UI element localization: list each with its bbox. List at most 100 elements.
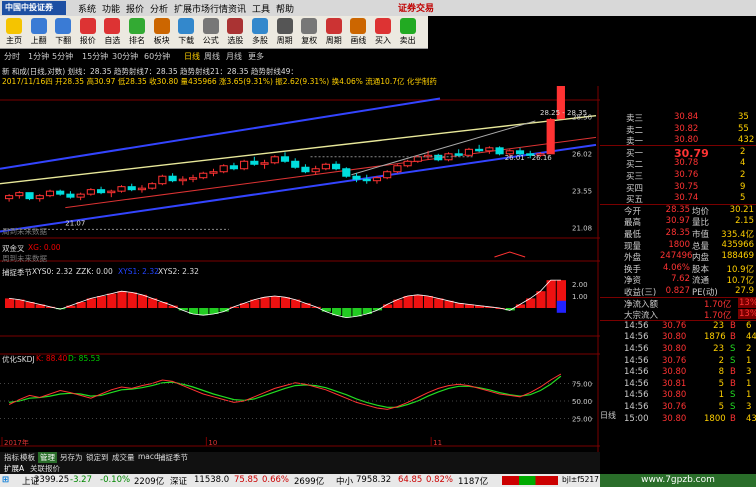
stat-label: 量比 [692, 218, 710, 229]
indicator-tab-7[interactable]: 捕捉季节 [156, 452, 190, 463]
indicator-tab-4[interactable]: 锁定到 [84, 452, 111, 463]
candle-body [332, 163, 341, 170]
toolbar-button-10[interactable]: 多股 [248, 17, 272, 47]
indicator-tab-3[interactable]: 另存为 [58, 452, 85, 463]
menu-extended-market[interactable]: 扩展市场行情 [174, 2, 228, 15]
period-tab-0[interactable]: 分时 [4, 51, 20, 62]
indicator-tab-1[interactable]: 模板 [18, 452, 37, 463]
book-divider [600, 144, 756, 146]
period-tab-7[interactable]: 周线 [204, 51, 220, 62]
menu-help[interactable]: 帮助 [276, 2, 294, 15]
stat-value: 30.21 [729, 204, 754, 215]
book-label: 买三 [626, 172, 644, 182]
tick-volume: 23 [713, 344, 724, 354]
tick-side: B [730, 332, 736, 343]
stat-value: 1800 [668, 239, 690, 250]
candle-body [5, 195, 14, 200]
tick-time: 14:56 [624, 402, 649, 412]
period-tab-6[interactable]: 日线 [184, 51, 200, 62]
trade-link[interactable]: 证券交易 [398, 1, 434, 14]
candle-body [342, 168, 351, 177]
kdj-d-line [9, 375, 562, 408]
toolbar-icon [375, 18, 391, 34]
menu-function[interactable]: 功能 [102, 2, 120, 15]
toolbar-button-3[interactable]: 报价 [76, 17, 100, 47]
sz-index-label: 深证 [170, 477, 188, 487]
candle-body [372, 177, 382, 182]
start-icon[interactable]: ⊞ [2, 475, 9, 485]
cycle-bar [321, 308, 331, 312]
tick-price: 30.76 [662, 320, 687, 331]
candle-body [434, 154, 443, 161]
stat-label: 总量 [692, 241, 710, 252]
toolbar-button-label: 复权 [301, 36, 318, 45]
candle-body [178, 178, 187, 182]
extension-tab-1[interactable]: 关联报价 [28, 463, 62, 474]
toolbar-icon [227, 18, 244, 34]
toolbar-button-1[interactable]: 上翻 [27, 17, 51, 47]
toolbar-button-8[interactable]: 公式 [199, 17, 223, 47]
menu-tools[interactable]: 工具 [252, 2, 270, 15]
period-tab-1[interactable]: 1分钟 [28, 51, 49, 62]
toolbar-button-label: 主页 [6, 36, 22, 45]
toolbar-button-4[interactable]: 自选 [100, 17, 124, 47]
cycle-bar-blue [556, 300, 566, 313]
toolbar-button-11[interactable]: 周期 [273, 17, 297, 47]
buy-row: 买五 30.74 5 [600, 193, 756, 205]
tick-count: 43 [746, 413, 756, 424]
toolbar-button-5[interactable]: 排名 [125, 17, 149, 47]
tick-count: 1 [746, 378, 752, 389]
period-tab-5[interactable]: 60分钟 [144, 51, 170, 62]
menu-analysis[interactable]: 分析 [150, 2, 168, 15]
cycle-xys1: XYS1: 2.32 [118, 267, 159, 276]
menu-system[interactable]: 系统 [78, 2, 96, 15]
period-tab-3[interactable]: 15分钟 [82, 51, 108, 62]
extension-tab-0[interactable]: 扩展A [2, 463, 26, 474]
candle-body [15, 192, 24, 197]
tick-side: S [730, 402, 736, 412]
period-tab-9[interactable]: 更多 [248, 51, 264, 62]
tick-time: 14:56 [624, 320, 649, 331]
period-indicator: 日线 [600, 411, 616, 420]
book-volume: 4 [740, 158, 746, 169]
toolbar-button-label: 画线 [350, 36, 367, 45]
sh-index-amount: 2209亿 [134, 477, 165, 487]
period-tab-8[interactable]: 月线 [226, 51, 242, 62]
tick-time: 14:56 [624, 390, 649, 401]
tick-volume: 5 [718, 378, 724, 389]
tick-count: 1 [746, 390, 752, 401]
candle-body [25, 192, 34, 200]
period-tab-2[interactable]: 5分钟 [52, 51, 73, 62]
toolbar-button-16[interactable]: 卖出 [396, 17, 420, 47]
future-data-note-2: 周到未来数据 [2, 254, 47, 263]
toolbar-button-13[interactable]: 周期 [322, 17, 346, 47]
toolbar-button-6[interactable]: 板块 [150, 17, 174, 47]
toolbar-button-label: 自选 [104, 36, 121, 45]
menu-news[interactable]: 资讯 [228, 2, 246, 15]
trend-line-red [65, 136, 597, 209]
toolbar-button-label: 排名 [129, 36, 145, 45]
book-label: 买二 [626, 160, 644, 171]
tick-row: 14:56 30.80 23 S 2 [600, 344, 756, 354]
book-label: 买四 [626, 183, 644, 194]
tick-volume: 8 [718, 367, 724, 378]
candle-body [413, 156, 422, 162]
toolbar-button-label: 报价 [79, 36, 96, 45]
indicator-tab-2[interactable]: 管理 [38, 452, 57, 463]
book-label: 买一 [626, 148, 644, 159]
menu-quote[interactable]: 报价 [126, 2, 144, 15]
stat-label: 最高 [624, 218, 642, 229]
toolbar-button-12[interactable]: 复权 [297, 17, 321, 47]
toolbar-button-0[interactable]: 主页 [2, 17, 26, 47]
toolbar-button-15[interactable]: 买入 [371, 17, 395, 47]
toolbar-button-label: 板块 [153, 36, 170, 45]
toolbar-button-9[interactable]: 选股 [223, 17, 247, 47]
indicator-tab-5[interactable]: 成交量 [110, 452, 137, 463]
period-tab-4[interactable]: 30分钟 [112, 51, 138, 62]
toolbar-button-2[interactable]: 下翻 [51, 17, 75, 47]
tick-price: 30.80 [662, 367, 687, 378]
toolbar-button-7[interactable]: 下载 [174, 17, 198, 47]
toolbar-button-14[interactable]: 画线 [346, 17, 370, 47]
stat-value: 188469 [721, 251, 754, 262]
cycle-bar [270, 296, 280, 308]
